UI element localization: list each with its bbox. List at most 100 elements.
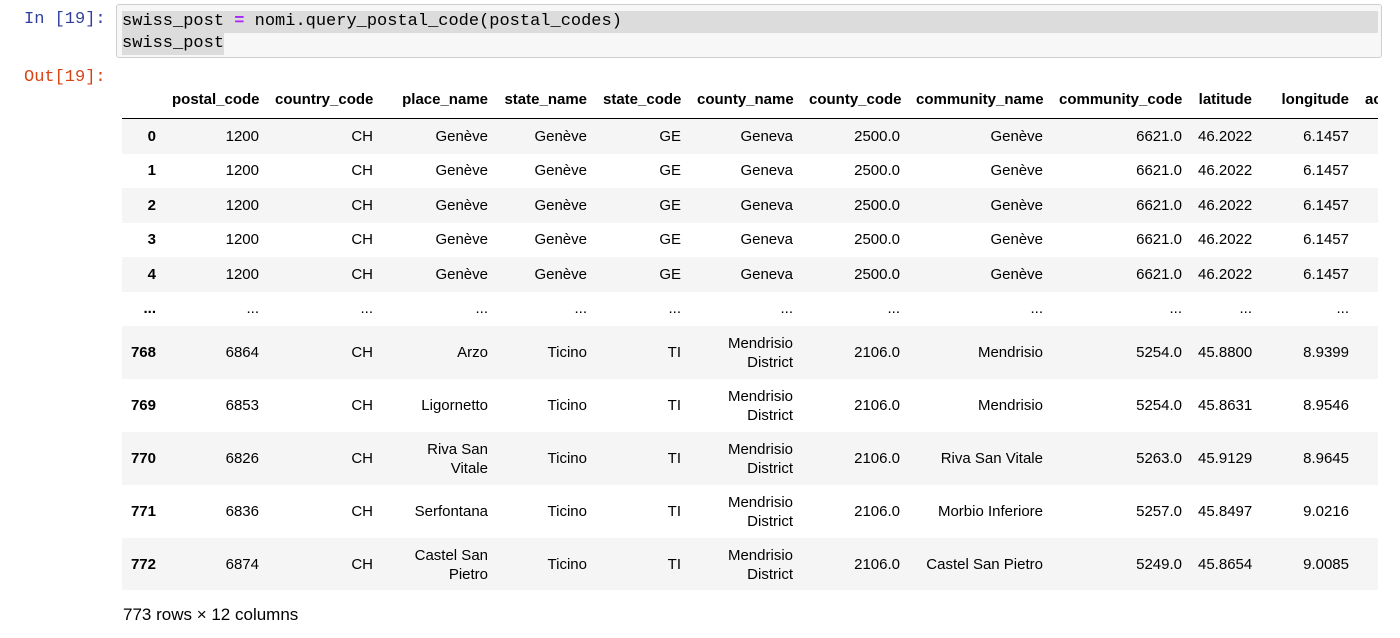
column-header: latitude (1190, 80, 1260, 119)
table-cell (1357, 432, 1378, 485)
table-row: 772 6874 CH Castel San Pietro Ticino TI Mendri… (122, 538, 1378, 590)
table-row: .................................... (122, 291, 1378, 326)
table-cell: 1200 (225, 127, 259, 145)
table-cell: Genève (990, 265, 1043, 283)
column-header: postal_code (164, 80, 267, 119)
row-index: 770 (130, 450, 156, 467)
table-cell: 45.8654 (1198, 556, 1253, 573)
table-cell: 2106.0 (854, 397, 900, 414)
table-cell: 6874 (225, 556, 259, 573)
code-variable: swiss_post (122, 12, 225, 31)
table-cell: Genève (990, 196, 1043, 214)
table-cell: GE (659, 196, 681, 214)
input-prompt: In [19]: (24, 10, 106, 29)
table-cell: 6.1457 (1303, 127, 1349, 145)
table-cell: TI (667, 344, 681, 361)
table-cell: CH (351, 162, 373, 180)
table-cell (1357, 119, 1378, 154)
table-cell: Genève (990, 162, 1043, 180)
table-cell: Castel San Pietro (414, 546, 488, 583)
table-cell: 6836 (225, 503, 259, 520)
row-index: 772 (130, 556, 156, 573)
table-cell: 46.2022 (1198, 196, 1253, 214)
column-header: community_code (1051, 80, 1190, 119)
table-cell: ... (1169, 300, 1182, 318)
row-index: ... (143, 300, 156, 318)
table-cell: CH (351, 127, 373, 145)
table-cell: Serfontana (414, 503, 488, 520)
table-row: 4 1200 CH Genève Genève GE Geneva 2500.0 Genève 6… (122, 257, 1378, 292)
table-cell: 2500.0 (854, 231, 900, 249)
table-cell: Genève (534, 265, 587, 283)
table-cell: 5254.0 (1136, 397, 1182, 414)
table-cell: 5263.0 (1136, 450, 1182, 467)
code-line-2: swiss_post (122, 33, 225, 55)
table-cell: 6621.0 (1136, 127, 1182, 145)
table-cell (1357, 154, 1378, 189)
table-cell: GE (659, 127, 681, 145)
table-row: 0 1200 CH Genève Genève GE Geneva 2500.0 Genève 6… (122, 118, 1378, 154)
column-header: community_name (908, 80, 1051, 119)
code-function-call: nomi.query_postal_code(postal_codes) (254, 12, 622, 31)
table-cell: Ligornetto (421, 397, 488, 414)
table-cell: 5257.0 (1136, 503, 1182, 520)
column-header: place_name (381, 80, 496, 119)
table-cell: CH (351, 196, 373, 214)
row-index: 771 (130, 503, 156, 520)
table-cell: 46.2022 (1198, 127, 1253, 145)
table-cell: Geneva (740, 265, 793, 283)
table-cell: Genève (435, 196, 488, 214)
table-row: 771 6836 CH Serfontana Ticino TI Mendrisio Dis… (122, 485, 1378, 538)
table-cell: Genève (990, 231, 1043, 249)
table-cell: Genève (534, 162, 587, 180)
table-cell: CH (351, 503, 373, 520)
table-cell: 2106.0 (854, 450, 900, 467)
table-cell (1357, 223, 1378, 258)
table-cell: Genève (435, 231, 488, 249)
dataframe-shape-summary: 773 rows × 12 columns (123, 605, 299, 624)
table-cell (1357, 538, 1378, 590)
table-cell: Mendrisio District (727, 546, 793, 583)
table-cell: ... (360, 300, 373, 318)
table-cell: 45.8631 (1198, 397, 1253, 414)
table-header-row: postal_code country_code place_name state_n… (122, 80, 1378, 119)
table-cell: CH (351, 397, 373, 414)
table-cell: CH (351, 231, 373, 249)
table-row: 1 1200 CH Genève Genève GE Geneva 2500.0 Genève 6… (122, 153, 1378, 189)
table-cell: Genève (534, 231, 587, 249)
dataframe-output: postal_code country_code place_name state_n… (122, 80, 1378, 590)
table-cell: CH (351, 450, 373, 467)
column-header: state_code (595, 80, 689, 119)
table-cell: Mendrisio District (727, 334, 793, 371)
table-cell: ... (246, 300, 259, 318)
table-cell: 1200 (225, 265, 259, 283)
table-cell: ... (475, 300, 488, 318)
table-cell: CH (351, 556, 373, 573)
table-cell: Mendrisio District (727, 493, 793, 530)
index-header (122, 80, 164, 119)
table-cell: Ticino (547, 344, 587, 361)
table-body: 0 1200 CH Genève Genève GE Geneva 2500.0 Genève 6… (122, 118, 1378, 590)
table-cell: ... (574, 300, 587, 318)
output-prompt: Out[19]: (24, 68, 106, 87)
table-cell: Geneva (740, 127, 793, 145)
table-cell: 5254.0 (1136, 344, 1182, 361)
row-index: 0 (147, 127, 156, 145)
table-cell (1357, 188, 1378, 223)
code-cell-editor[interactable]: swiss_post = nomi.query_postal_code(post… (116, 4, 1382, 58)
table-cell: ... (1030, 300, 1043, 318)
table-cell: Riva San Vitale (940, 450, 1043, 467)
table-row: 3 1200 CH Genève Genève GE Geneva 2500.0 Genève 6… (122, 222, 1378, 258)
column-header: state_name (496, 80, 595, 119)
table-cell: 6.1457 (1303, 162, 1349, 180)
table-cell: 8.9399 (1303, 344, 1349, 361)
table-cell: Arzo (457, 344, 488, 361)
table-row: 768 6864 CH Arzo Ticino TI Mendrisio District 2… (122, 326, 1378, 379)
table-cell: Genève (435, 162, 488, 180)
table-cell: 6.1457 (1303, 231, 1349, 249)
table-cell: CH (351, 344, 373, 361)
table-cell: 45.9129 (1198, 450, 1253, 467)
table-cell: GE (659, 231, 681, 249)
table-cell: TI (667, 503, 681, 520)
table-cell: Mendrisio (977, 344, 1043, 361)
